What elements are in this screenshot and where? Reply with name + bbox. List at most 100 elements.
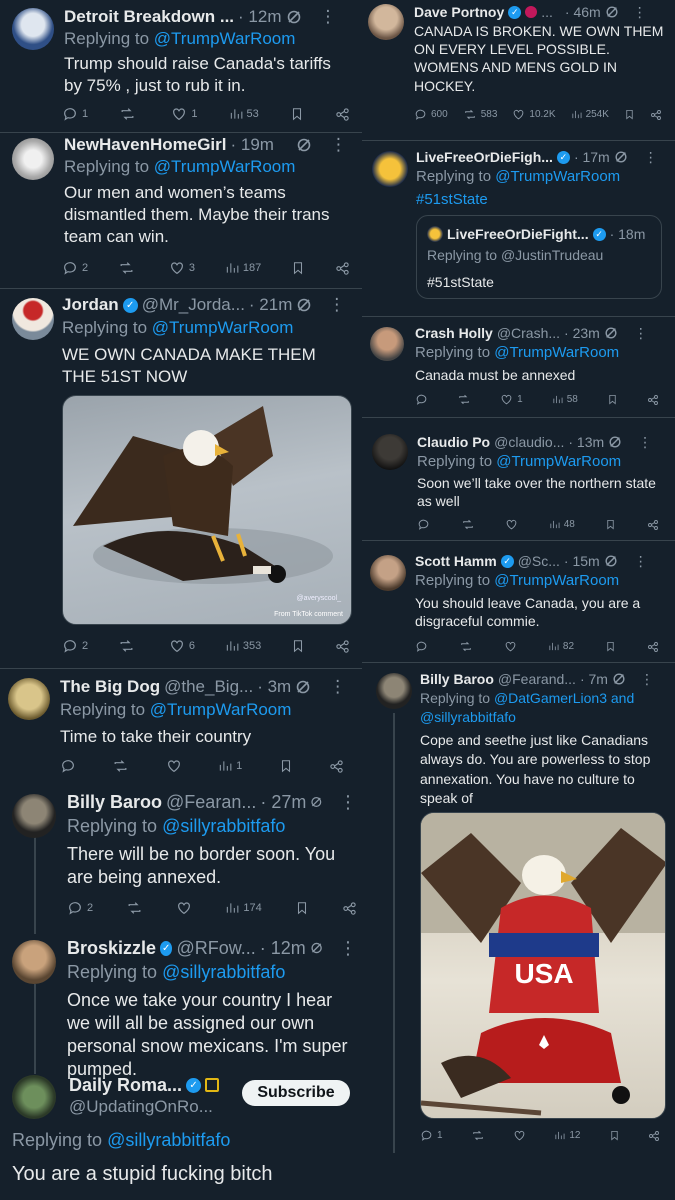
- share-button[interactable]: [342, 901, 357, 916]
- bookmark-button[interactable]: [291, 260, 305, 276]
- share-button[interactable]: [647, 394, 659, 406]
- share-button[interactable]: [329, 759, 344, 774]
- avatar[interactable]: [370, 327, 404, 361]
- share-button[interactable]: [335, 639, 350, 654]
- timestamp[interactable]: · 19m: [231, 135, 274, 155]
- avatar[interactable]: [372, 434, 408, 470]
- more-options-icon[interactable]: ⋮: [354, 1080, 362, 1101]
- avatar[interactable]: [12, 940, 56, 984]
- grok-icon[interactable]: [310, 794, 323, 810]
- reply-button[interactable]: 600: [414, 108, 448, 121]
- share-button[interactable]: [647, 519, 659, 531]
- share-button[interactable]: [647, 641, 659, 653]
- views-button[interactable]: 174: [225, 901, 262, 915]
- handle[interactable]: @Sc...: [518, 553, 560, 569]
- display-name[interactable]: Daily Roma...: [69, 1075, 182, 1096]
- like-button[interactable]: 6: [169, 638, 195, 654]
- reply-mention[interactable]: @sillyrabbitfafo: [162, 962, 285, 982]
- usa-eagle-hockey-painting[interactable]: USA: [420, 812, 666, 1119]
- like-button[interactable]: [513, 1129, 526, 1142]
- more-options-icon[interactable]: ⋮: [339, 938, 356, 959]
- views-button[interactable]: 353: [225, 639, 261, 653]
- grok-icon[interactable]: [614, 150, 628, 164]
- reply-mention[interactable]: @TrumpWarRoom: [495, 168, 620, 185]
- reply-button[interactable]: 1: [62, 106, 88, 122]
- avatar[interactable]: [8, 678, 50, 720]
- share-button[interactable]: [335, 261, 350, 276]
- grok-icon[interactable]: [605, 5, 619, 19]
- display-name[interactable]: Jordan: [62, 295, 119, 315]
- avatar[interactable]: [368, 4, 404, 40]
- avatar[interactable]: [12, 794, 56, 838]
- tweet-claudio-po[interactable]: Claudio Po @claudio... · 13m ⋮ Replying …: [362, 418, 675, 538]
- reply-button[interactable]: [415, 640, 428, 653]
- like-button[interactable]: [505, 518, 518, 531]
- repost-button[interactable]: [459, 640, 473, 653]
- like-button[interactable]: [176, 900, 192, 916]
- repost-button[interactable]: [126, 900, 143, 916]
- bookmark-button[interactable]: [609, 1129, 620, 1142]
- reply-button[interactable]: [415, 393, 428, 406]
- reply-button[interactable]: 2: [62, 638, 88, 654]
- more-options-icon[interactable]: ⋮: [330, 135, 347, 155]
- avatar[interactable]: [12, 1075, 56, 1119]
- tweet-detroit-breakdown[interactable]: Detroit Breakdown ... · 12m ⋮ Replying t…: [0, 0, 362, 132]
- bookmark-button[interactable]: [291, 638, 305, 654]
- display-name[interactable]: Broskizzle: [67, 938, 156, 959]
- tweet-the-big-dog[interactable]: The Big Dog @the_Big... · 3m ⋮ Replying …: [0, 668, 362, 784]
- display-name[interactable]: The Big Dog: [60, 677, 160, 697]
- views-button[interactable]: 53: [229, 107, 259, 121]
- grok-icon[interactable]: [296, 137, 312, 153]
- timestamp[interactable]: · 12m: [260, 938, 306, 959]
- share-button[interactable]: [650, 109, 662, 121]
- reply-button[interactable]: [417, 518, 430, 531]
- views-button[interactable]: 12: [554, 1130, 580, 1141]
- display-name[interactable]: NewHavenHomeGirl: [64, 135, 227, 155]
- grok-icon[interactable]: [310, 940, 323, 956]
- timestamp[interactable]: · 46m: [565, 4, 601, 20]
- like-button[interactable]: 10.2K: [512, 108, 556, 121]
- more-options-icon[interactable]: ⋮: [640, 671, 654, 688]
- bookmark-button[interactable]: [290, 106, 304, 122]
- repost-button[interactable]: [461, 518, 475, 531]
- avatar[interactable]: [372, 151, 408, 187]
- timestamp[interactable]: · 23m: [564, 325, 600, 341]
- tweet-scott-hamm[interactable]: Scott Hamm ✓ @Sc... · 15m ⋮ Replying to …: [362, 541, 675, 662]
- handle[interactable]: @claudio...: [494, 434, 564, 450]
- bookmark-button[interactable]: [279, 758, 293, 774]
- views-button[interactable]: 254K: [571, 109, 609, 120]
- display-name[interactable]: Claudio Po: [417, 434, 490, 450]
- reply-mention[interactable]: @JustinTrudeau: [501, 247, 603, 263]
- reply-mention[interactable]: @TrumpWarRoom: [494, 344, 619, 361]
- reply-button[interactable]: 2: [62, 260, 88, 276]
- timestamp[interactable]: · 13m: [568, 434, 604, 450]
- tweet-crash-holly[interactable]: Crash Holly @Crash... · 23m ⋮ Replying t…: [362, 317, 675, 417]
- reply-mention[interactable]: @TrumpWarRoom: [494, 572, 619, 589]
- reply-button[interactable]: 1: [420, 1129, 443, 1142]
- more-options-icon[interactable]: ⋮: [634, 325, 648, 342]
- more-options-icon[interactable]: ⋮: [329, 677, 346, 697]
- like-button[interactable]: 1: [171, 106, 197, 122]
- subscribe-button[interactable]: Subscribe: [242, 1080, 350, 1106]
- handle[interactable]: @Fearand...: [498, 671, 576, 687]
- avatar[interactable]: [376, 673, 412, 709]
- like-button[interactable]: 3: [169, 260, 195, 276]
- repost-button[interactable]: [471, 1129, 485, 1142]
- handle[interactable]: @Mr_Jorda...: [142, 295, 245, 315]
- timestamp[interactable]: · 7m: [580, 671, 608, 687]
- repost-button[interactable]: [118, 638, 139, 654]
- more-options-icon[interactable]: ⋮: [320, 7, 337, 27]
- tweet-newhavenhomegirl[interactable]: NewHavenHomeGirl · 19m ⋮ Replying to @Tr…: [0, 132, 362, 288]
- grok-icon[interactable]: [604, 326, 618, 340]
- reply-mention[interactable]: @TrumpWarRoom: [152, 318, 294, 337]
- reply-mention[interactable]: @TrumpWarRoom: [154, 157, 296, 176]
- reply-mention[interactable]: @sillyrabbitfafo: [162, 816, 285, 836]
- share-button[interactable]: [335, 107, 350, 122]
- repost-button[interactable]: [118, 260, 139, 276]
- bookmark-button[interactable]: [605, 518, 616, 531]
- views-button[interactable]: 187: [225, 261, 261, 275]
- views-button[interactable]: 82: [548, 641, 574, 652]
- display-name[interactable]: Dave Portnoy: [414, 4, 504, 20]
- avatar[interactable]: [12, 8, 54, 50]
- more-options-icon[interactable]: ⋮: [638, 434, 652, 451]
